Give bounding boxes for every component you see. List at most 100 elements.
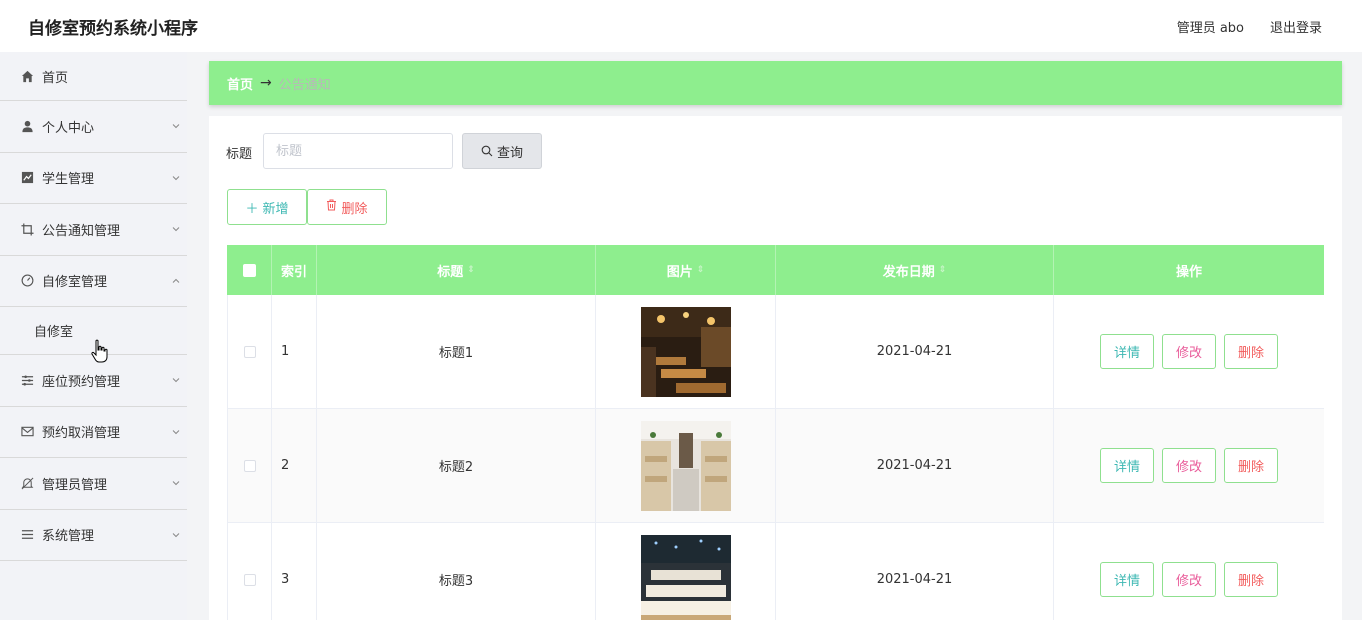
select-all-checkbox[interactable] — [242, 263, 256, 277]
delete-button[interactable]: 删除 — [1224, 562, 1278, 597]
row-date: 2021-04-21 — [776, 409, 1054, 522]
detail-button[interactable]: 详情 — [1100, 448, 1154, 483]
sidebar-item-label: 自修室管理 — [42, 275, 108, 291]
row-date: 2021-04-21 — [776, 523, 1054, 620]
add-button-label: 新增 — [262, 201, 289, 217]
sidebar-item-label: 管理员管理 — [42, 477, 108, 493]
breadcrumb-current: 公告通知 — [278, 77, 331, 93]
breadcrumb-home[interactable]: 首页 — [227, 74, 253, 93]
logout-link[interactable]: 退出登录 — [1270, 17, 1322, 36]
sidebar-subitem-label: 自修室 — [34, 325, 74, 340]
table-row: 2 标题2 2021-04-21 详情 修改 删除 — [227, 409, 1324, 523]
search-icon — [481, 145, 493, 157]
notice-image — [640, 534, 731, 620]
menu-icon — [20, 528, 34, 542]
row-image-cell — [596, 295, 776, 408]
edit-button[interactable]: 修改 — [1162, 334, 1216, 369]
row-select-cell — [227, 523, 272, 620]
edit-button[interactable]: 修改 — [1162, 448, 1216, 483]
row-image-cell — [596, 523, 776, 620]
home-icon — [20, 69, 34, 83]
notice-table: 索引 标题 ⇕ 图片 ⇕ 发布日期 ⇕ 操作 1 标题1 2021-04-21 … — [227, 245, 1324, 620]
delete-button[interactable]: 删除 — [1224, 334, 1278, 369]
col-header-date[interactable]: 发布日期 ⇕ — [776, 245, 1054, 295]
sidebar-item-home[interactable]: 首页 — [0, 52, 187, 101]
gauge-icon — [20, 274, 34, 288]
search-label: 标题 — [226, 147, 253, 162]
main-area: 首页 → 公告通知 标题 查询 ＋ 新增 删除 索引 标题⇕ 图片⇕ 发布 — [187, 52, 1362, 620]
plus-icon: ＋ — [245, 201, 259, 217]
user-icon — [20, 119, 34, 133]
row-actions: 详情 修改 删除 — [1054, 409, 1324, 522]
top-header: 自修室预约系统小程序 管理员 abo 退出登录 — [0, 0, 1362, 52]
sidebar: 首页 个人中心 学生管理 公告通知管理 自修室管理 自修室 座位预约管理 预约取… — [0, 52, 187, 620]
notice-image — [640, 420, 731, 511]
batch-delete-label: 删除 — [341, 201, 368, 217]
row-actions: 详情 修改 删除 — [1054, 523, 1324, 620]
row-index: 1 — [272, 295, 317, 408]
batch-delete-button[interactable]: 删除 — [307, 189, 387, 225]
row-actions: 详情 修改 删除 — [1054, 295, 1324, 408]
sort-icon: ⇕ — [467, 265, 475, 275]
select-all-cell — [227, 245, 272, 295]
table-row: 3 标题3 2021-04-21 详情 修改 删除 — [227, 523, 1324, 620]
mail-icon — [20, 425, 34, 439]
col-header-title[interactable]: 标题 ⇕ — [317, 245, 596, 295]
sidebar-item-personal-center[interactable]: 个人中心 — [0, 101, 187, 153]
trash-icon — [326, 199, 337, 215]
content-panel: 标题 查询 ＋ 新增 删除 索引 标题⇕ 图片⇕ 发布日期⇕ 操作 — [209, 116, 1342, 620]
row-title: 标题3 — [317, 523, 596, 620]
chevron-down-icon — [172, 481, 180, 486]
title-search-input[interactable] — [263, 133, 453, 169]
bell-off-icon — [20, 476, 34, 490]
sidebar-item-label: 首页 — [42, 70, 69, 86]
hand-pointer-icon — [91, 339, 108, 363]
sidebar-item-study-room[interactable]: 自修室管理 — [0, 256, 187, 307]
edit-button[interactable]: 修改 — [1162, 562, 1216, 597]
sidebar-item-label: 系统管理 — [42, 529, 95, 545]
col-header-date-label: 发布日期 — [882, 264, 935, 280]
row-checkbox[interactable] — [243, 459, 256, 472]
chevron-down-icon — [172, 532, 180, 537]
breadcrumb-arrow-icon: → — [260, 75, 272, 91]
table-row: 1 标题1 2021-04-21 详情 修改 删除 — [227, 295, 1324, 409]
chevron-down-icon — [172, 227, 180, 232]
sidebar-item-label: 公告通知管理 — [42, 223, 121, 239]
sort-icon: ⇕ — [696, 265, 705, 275]
chevron-down-icon — [172, 124, 180, 129]
query-button[interactable]: 查询 — [462, 133, 542, 169]
sidebar-item-system[interactable]: 系统管理 — [0, 510, 187, 561]
sidebar-item-label: 预约取消管理 — [42, 426, 121, 442]
row-title: 标题2 — [317, 409, 596, 522]
notice-image — [640, 306, 731, 397]
row-title: 标题1 — [317, 295, 596, 408]
table-header: 索引 标题 ⇕ 图片 ⇕ 发布日期 ⇕ 操作 — [227, 245, 1324, 295]
chevron-down-icon — [172, 429, 180, 434]
add-button[interactable]: ＋ 新增 — [227, 189, 307, 225]
col-header-actions: 操作 — [1175, 264, 1202, 280]
sort-icon: ⇕ — [938, 265, 947, 275]
row-select-cell — [227, 409, 272, 522]
col-header-image-label: 图片 — [666, 264, 693, 280]
sidebar-item-students[interactable]: 学生管理 — [0, 153, 187, 204]
row-select-cell — [227, 295, 272, 408]
col-header-index: 索引 — [272, 245, 317, 295]
chart-icon — [20, 171, 34, 185]
col-header-image[interactable]: 图片 ⇕ — [596, 245, 776, 295]
row-checkbox[interactable] — [243, 345, 256, 358]
crop-icon — [20, 222, 34, 236]
col-header-title-label: 标题 — [437, 264, 464, 280]
delete-button[interactable]: 删除 — [1224, 448, 1278, 483]
row-date: 2021-04-21 — [776, 295, 1054, 408]
row-index: 3 — [272, 523, 317, 620]
sidebar-item-label: 学生管理 — [42, 172, 95, 188]
sidebar-item-notices[interactable]: 公告通知管理 — [0, 204, 187, 256]
detail-button[interactable]: 详情 — [1100, 562, 1154, 597]
row-checkbox[interactable] — [243, 573, 256, 586]
detail-button[interactable]: 详情 — [1100, 334, 1154, 369]
user-info: 管理员 abo — [1176, 21, 1244, 36]
sidebar-item-label: 个人中心 — [42, 120, 95, 136]
sidebar-item-cancel-booking[interactable]: 预约取消管理 — [0, 407, 187, 458]
query-button-label: 查询 — [496, 145, 523, 161]
sidebar-item-admins[interactable]: 管理员管理 — [0, 458, 187, 510]
